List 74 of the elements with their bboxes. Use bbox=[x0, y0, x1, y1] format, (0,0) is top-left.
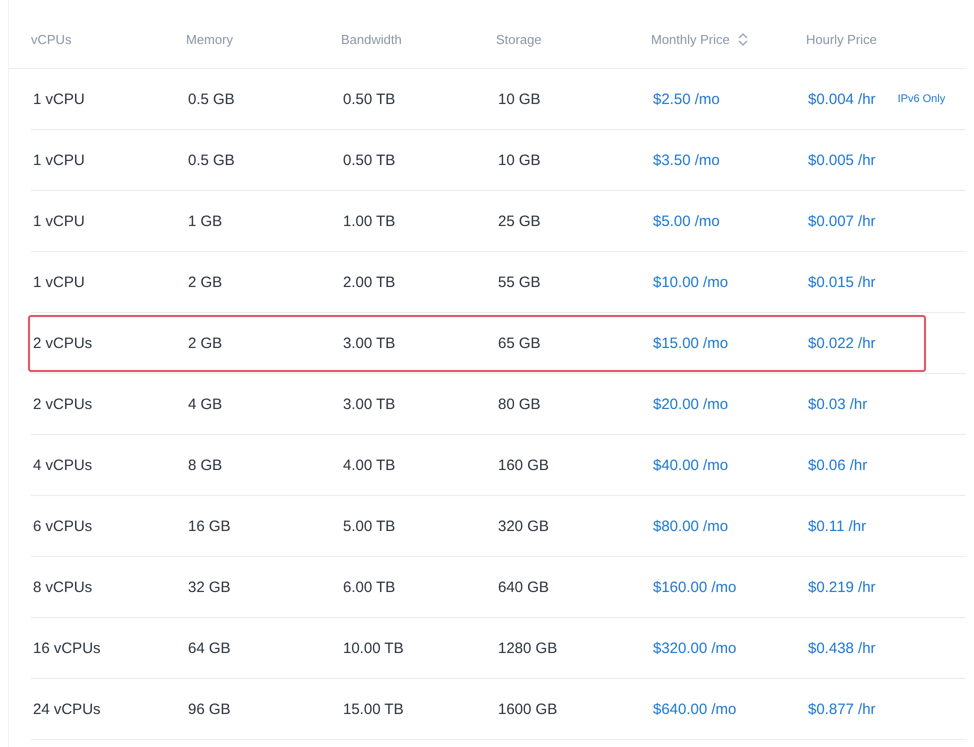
table-cell: $640.00 /mo bbox=[653, 700, 736, 718]
column-header: Storage bbox=[496, 32, 542, 46]
table-cell: $0.022 /hr bbox=[808, 334, 876, 352]
table-cell: $0.219 /hr bbox=[808, 578, 876, 596]
table-cell: $40.00 /mo bbox=[653, 456, 728, 474]
table-cell: $20.00 /mo bbox=[653, 396, 728, 412]
table-cell: 80 GB bbox=[498, 396, 541, 412]
table-cell: $0.007 /hr bbox=[808, 212, 876, 230]
table-cell: $80.00 /mo bbox=[653, 518, 728, 534]
table-cell: 0.5 GB bbox=[188, 152, 235, 168]
table-cell: 6.00 TB bbox=[343, 578, 396, 596]
sort-icon[interactable] bbox=[738, 32, 748, 46]
table-cell: 2 vCPUs bbox=[33, 334, 92, 352]
table-cell: 3.00 TB bbox=[343, 334, 396, 352]
table-cell: $160.00 /mo bbox=[653, 578, 736, 596]
table-cell: 16 vCPUs bbox=[33, 640, 101, 656]
table-cell: $0.06 /hr bbox=[808, 456, 868, 474]
table-cell: $0.877 /hr bbox=[808, 700, 876, 718]
table-cell: 3.00 TB bbox=[343, 396, 396, 412]
table-cell: 25 GB bbox=[498, 212, 541, 230]
table-cell: 320 GB bbox=[498, 518, 549, 534]
table-cell: $2.50 /mo bbox=[653, 90, 720, 108]
table-cell: 1280 GB bbox=[498, 640, 558, 656]
table-cell: 96 GB bbox=[188, 700, 231, 718]
table-cell: 5.00 TB bbox=[343, 518, 396, 534]
table-cell: 1 vCPU bbox=[33, 274, 85, 290]
table-cell: 15.00 TB bbox=[343, 700, 404, 718]
table-cell: 4 vCPUs bbox=[33, 456, 92, 474]
table-cell: 2 GB bbox=[188, 274, 222, 290]
table-cell: 65 GB bbox=[498, 334, 541, 352]
column-header: Memory bbox=[186, 32, 233, 46]
table-cell: 10.00 TB bbox=[343, 640, 404, 656]
table-cell: $3.50 /mo bbox=[653, 152, 720, 168]
table-cell: $15.00 /mo bbox=[653, 334, 728, 352]
table-cell: 1 vCPU bbox=[33, 212, 85, 230]
table-cell: $5.00 /mo bbox=[653, 212, 720, 230]
table-cell: 55 GB bbox=[498, 274, 541, 290]
column-header[interactable]: Monthly Price bbox=[651, 32, 730, 46]
table-cell: 1600 GB bbox=[498, 700, 558, 718]
table-cell: 32 GB bbox=[188, 578, 231, 596]
table-cell: 16 GB bbox=[188, 518, 231, 534]
table-cell: 24 vCPUs bbox=[33, 700, 101, 718]
column-header: Hourly Price bbox=[806, 32, 877, 46]
table-cell: 2 GB bbox=[188, 334, 222, 352]
ipv6-label: IPv6 Only bbox=[898, 93, 946, 105]
table-cell: 2 vCPUs bbox=[33, 396, 92, 412]
table-cell: 1 vCPU bbox=[33, 90, 85, 108]
table-cell: 1 GB bbox=[188, 212, 222, 230]
table-cell: 2.00 TB bbox=[343, 274, 396, 290]
table-cell: 1 vCPU bbox=[33, 152, 85, 168]
table-cell: $10.00 /mo bbox=[653, 274, 728, 290]
table-cell: $0.438 /hr bbox=[808, 640, 876, 656]
table-cell: $0.015 /hr bbox=[808, 274, 876, 290]
table-cell: $0.005 /hr bbox=[808, 152, 876, 168]
table-cell: $0.11 /hr bbox=[808, 518, 866, 534]
table-cell: 64 GB bbox=[188, 640, 231, 656]
table-cell: 8 GB bbox=[188, 456, 222, 474]
table-cell: 10 GB bbox=[498, 90, 541, 108]
column-header: Bandwidth bbox=[341, 32, 402, 46]
table-cell: $320.00 /mo bbox=[653, 640, 736, 656]
table-cell: 160 GB bbox=[498, 456, 549, 474]
column-header: vCPUs bbox=[31, 32, 72, 46]
table-cell: 0.50 TB bbox=[343, 90, 396, 108]
table-cell: 4.00 TB bbox=[343, 456, 396, 474]
table-cell: 6 vCPUs bbox=[33, 518, 92, 534]
table-cell: $0.004 /hr bbox=[808, 90, 876, 108]
table-cell: 1.00 TB bbox=[343, 212, 396, 230]
table-cell: 4 GB bbox=[188, 396, 222, 412]
table-cell: 8 vCPUs bbox=[33, 578, 92, 596]
table-cell: $0.03 /hr bbox=[808, 396, 868, 412]
table-cell: 0.5 GB bbox=[188, 90, 235, 108]
table-cell: 10 GB bbox=[498, 152, 541, 168]
table-cell: 0.50 TB bbox=[343, 152, 396, 168]
table-cell: 640 GB bbox=[498, 578, 549, 596]
